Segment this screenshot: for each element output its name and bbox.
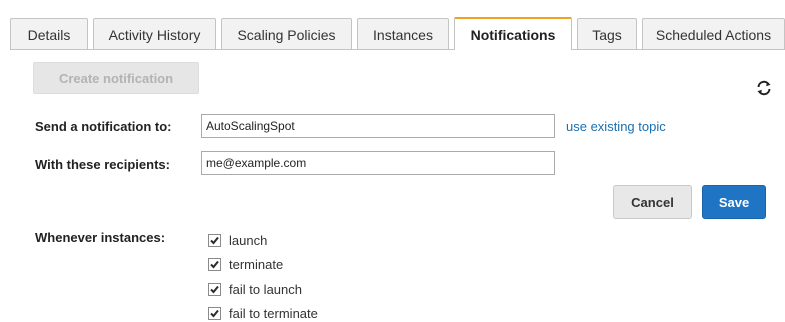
tab-notifications[interactable]: Notifications	[454, 17, 572, 50]
fail-to-launch-checkbox[interactable]	[208, 282, 221, 296]
tab-scheduled-actions[interactable]: Scheduled Actions	[642, 18, 785, 50]
event-fail-to-launch[interactable]: fail to launch	[208, 280, 302, 298]
tab-divider	[10, 49, 785, 50]
event-launch[interactable]: launch	[208, 231, 267, 249]
tab-label: Tags	[592, 26, 622, 43]
checkmark-icon	[210, 285, 219, 293]
button-label: Create notification	[58, 70, 174, 86]
send-to-input[interactable]	[201, 114, 555, 138]
tab-bar: Details Activity History Scaling Policie…	[0, 0, 785, 50]
send-notification-label: Send a notification to:	[35, 119, 172, 134]
checkmark-icon	[210, 309, 219, 317]
event-label: launch	[229, 232, 268, 248]
checkmark-icon	[210, 260, 219, 268]
tab-instances[interactable]: Instances	[357, 18, 449, 50]
tab-label: Details	[27, 26, 71, 43]
event-label: fail to terminate	[229, 305, 318, 321]
tab-label: Scaling Policies	[237, 26, 336, 43]
tab-label: Scheduled Actions	[655, 26, 772, 43]
tab-scaling-policies[interactable]: Scaling Policies	[221, 18, 352, 50]
terminate-checkbox[interactable]	[208, 257, 221, 271]
tab-label: Activity History	[108, 26, 201, 43]
recipients-label: With these recipients:	[35, 157, 170, 172]
fail-to-terminate-checkbox[interactable]	[208, 306, 221, 320]
tab-details[interactable]: Details	[10, 18, 88, 50]
save-button[interactable]: Save	[702, 185, 766, 219]
tab-tags[interactable]: Tags	[577, 18, 637, 50]
refresh-icon[interactable]	[754, 78, 774, 98]
whenever-instances-label: Whenever instances:	[35, 230, 166, 245]
checkmark-icon	[210, 236, 219, 244]
event-label: terminate	[229, 256, 284, 272]
tab-label: Instances	[373, 26, 433, 43]
tab-label: Notifications	[470, 26, 556, 43]
recipients-input[interactable]	[201, 151, 555, 175]
event-terminate[interactable]: terminate	[208, 255, 283, 273]
cancel-button[interactable]: Cancel	[613, 185, 692, 219]
tab-activity-history[interactable]: Activity History	[93, 18, 216, 50]
create-notification-button[interactable]: Create notification	[33, 62, 199, 94]
button-label: Save	[718, 194, 750, 210]
event-fail-to-terminate[interactable]: fail to terminate	[208, 304, 318, 322]
use-existing-topic-link[interactable]: use existing topic	[566, 119, 666, 134]
button-label: Cancel	[631, 194, 674, 210]
launch-checkbox[interactable]	[208, 233, 221, 247]
event-label: fail to launch	[229, 281, 302, 297]
